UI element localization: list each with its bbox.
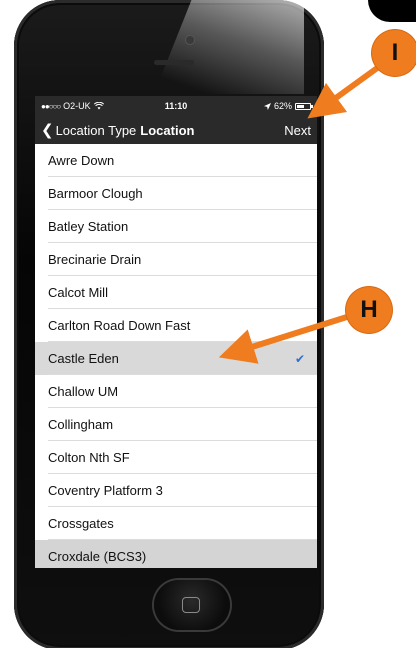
status-bar: ●●○○○ O2-UK 11:10 62% [35, 96, 317, 116]
earpiece [154, 60, 194, 65]
home-square-icon [182, 597, 200, 613]
battery-percent: 62% [273, 101, 292, 111]
location-arrow-icon [263, 102, 271, 110]
nav-bar: ❮ Location Type Location Next [35, 116, 317, 144]
list-item-label: Colton Nth SF [48, 450, 130, 465]
page-title: Location [140, 122, 195, 138]
list-item-label: Castle Eden [48, 351, 119, 366]
camera-icon [186, 36, 194, 44]
list-item-label: Batley Station [48, 219, 129, 234]
phone-gloss [154, 0, 304, 94]
list-item[interactable]: Croxdale (BCS3) [35, 540, 317, 568]
list-item-label: Coventry Platform 3 [48, 483, 163, 498]
list-item-label: Brecinarie Drain [48, 252, 142, 267]
phone-side-edge [368, 0, 416, 22]
list-item[interactable]: Carlton Road Down Fast [35, 309, 317, 342]
list-item-label: Awre Down [48, 153, 115, 168]
next-button[interactable]: Next [284, 123, 311, 138]
checkmark-icon: ✔ [294, 351, 305, 366]
list-item[interactable]: Collingham [35, 408, 317, 441]
phone-screen: ●●○○○ O2-UK 11:10 62% ❮ Location Type Lo… [35, 96, 317, 568]
canvas: ●●○○○ O2-UK 11:10 62% ❮ Location Type Lo… [0, 0, 416, 648]
list-item[interactable]: Awre Down [35, 144, 317, 177]
list-item[interactable]: Calcot Mill [35, 276, 317, 309]
location-list: Awre Down Barmoor Clough Batley Station Bre… [35, 144, 317, 568]
list-item[interactable]: Barmoor Clough [35, 177, 317, 210]
chevron-left-icon[interactable]: ❮ [41, 123, 54, 138]
list-item-label: Crossgates [48, 516, 114, 531]
list-item[interactable]: Colton Nth SF [35, 441, 317, 474]
status-right: 62% [263, 101, 313, 111]
list-item-label: Carlton Road Down Fast [48, 318, 191, 333]
list-item-label: Challow UM [48, 384, 119, 399]
list-item[interactable]: Batley Station [35, 210, 317, 243]
battery-icon [295, 102, 313, 110]
list-item-label: Collingham [48, 417, 114, 432]
list-item-label: Croxdale (BCS3) [48, 549, 147, 564]
list-item[interactable]: Coventry Platform 3 [35, 474, 317, 507]
list-item-label: Barmoor Clough [48, 186, 143, 201]
arrow-i [307, 63, 382, 119]
callout-h: H [346, 287, 392, 333]
list-item[interactable]: Crossgates [35, 507, 317, 540]
list-item[interactable]: Challow UM [35, 375, 317, 408]
callout-i: I [372, 30, 416, 76]
list-item[interactable]: Brecinarie Drain [35, 243, 317, 276]
back-button[interactable]: Location Type [56, 123, 137, 138]
list-item[interactable]: Castle Eden ✔ [35, 342, 317, 375]
home-button[interactable] [154, 580, 230, 630]
battery-fill [297, 104, 305, 108]
list-item-label: Calcot Mill [48, 285, 108, 300]
